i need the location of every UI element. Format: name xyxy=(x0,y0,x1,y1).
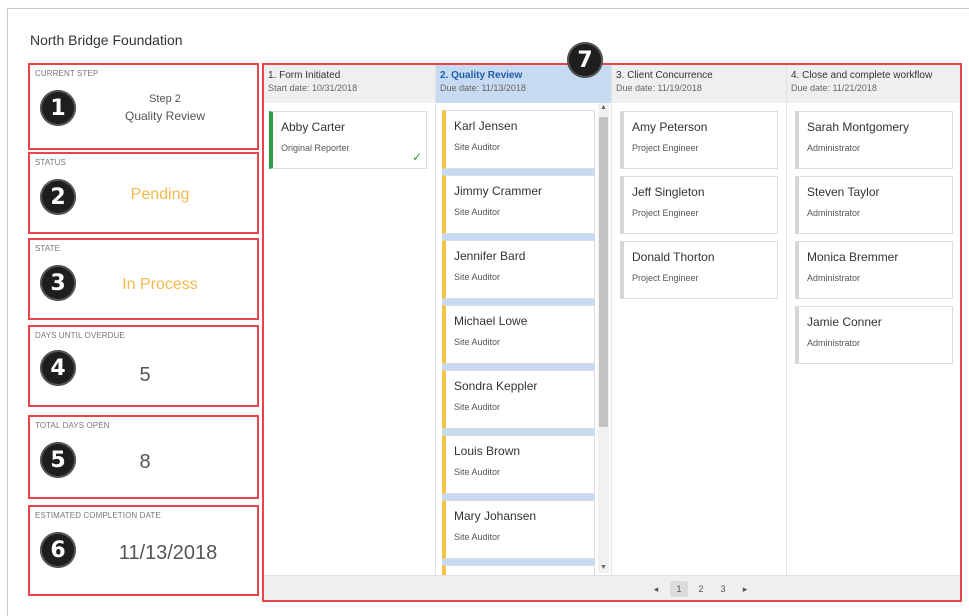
next-page-icon[interactable]: ▸ xyxy=(736,581,754,597)
assignee-name: Mary Johansen xyxy=(454,509,537,523)
page-1-button[interactable]: 1 xyxy=(670,581,688,597)
assignee-card[interactable]: Karl Jensen Site Auditor xyxy=(442,110,595,169)
estimated-completion-label: ESTIMATED COMPLETION DATE xyxy=(35,511,161,520)
assignee-name: Steven Taylor xyxy=(807,185,880,199)
assignee-name: Jennifer Bard xyxy=(454,249,526,263)
page-3-button[interactable]: 3 xyxy=(714,581,732,597)
assignee-role: Project Engineer xyxy=(632,143,699,153)
column-title: 3. Client Concurrence xyxy=(616,70,713,81)
current-step-number: Step 2 xyxy=(149,93,181,105)
current-step-name: Quality Review xyxy=(124,109,206,123)
assignee-role: Project Engineer xyxy=(632,208,699,218)
workflow-board: 1. Form Initiated Start date: 10/31/2018… xyxy=(262,63,962,602)
assignee-name: Louis Brown xyxy=(454,444,521,458)
assignee-card[interactable]: Sarah Montgomery Administrator xyxy=(795,111,953,169)
state-card: STATE 3 In Process xyxy=(28,238,259,320)
days-until-overdue-label: DAYS UNTIL OVERDUE xyxy=(35,331,125,340)
assignee-name: Amy Peterson xyxy=(632,120,708,134)
assignee-role: Administrator xyxy=(807,338,861,348)
assignee-card[interactable]: Jamie Conner Administrator xyxy=(795,306,953,364)
scroll-up-icon[interactable]: ▲ xyxy=(598,103,609,113)
assignee-role: Administrator xyxy=(807,143,861,153)
assignee-card[interactable]: Steven Taylor Administrator xyxy=(795,176,953,234)
scroll-down-icon[interactable]: ▼ xyxy=(598,563,609,573)
assignee-role: Administrator xyxy=(807,208,861,218)
current-step-card: CURRENT STEP 1 Step 2 Quality Review xyxy=(28,63,259,150)
assignee-name: Jeff Singleton xyxy=(632,185,705,199)
column-form-initiated: 1. Form Initiated Start date: 10/31/2018… xyxy=(264,65,436,575)
column-title: 4. Close and complete workflow xyxy=(791,70,933,81)
assignee-role: Administrator xyxy=(807,273,861,283)
column-date: Due date: 11/19/2018 xyxy=(616,83,702,93)
column-header[interactable]: 1. Form Initiated Start date: 10/31/2018 xyxy=(264,65,435,103)
prev-page-icon[interactable]: ◂ xyxy=(647,581,665,597)
assignee-name: Jamie Conner xyxy=(807,315,882,329)
assignee-card[interactable]: Monica Bremmer Administrator xyxy=(795,241,953,299)
assignee-card[interactable]: Jimmy Crammer Site Auditor xyxy=(442,175,595,234)
assignee-card[interactable]: Amy Peterson Project Engineer xyxy=(620,111,778,169)
column-quality-review: 2. Quality Review Due date: 11/13/2018 K… xyxy=(436,65,612,585)
state-value: In Process xyxy=(122,276,198,293)
callout-badge-7: 7 xyxy=(567,42,603,78)
assignee-role: Original Reporter xyxy=(281,143,350,153)
callout-badge-1: 1 xyxy=(40,90,76,126)
assignee-role: Site Auditor xyxy=(454,337,501,347)
assignee-role: Site Auditor xyxy=(454,142,501,152)
column-title: 1. Form Initiated xyxy=(268,70,341,81)
page-2-button[interactable]: 2 xyxy=(692,581,710,597)
current-step-label: CURRENT STEP xyxy=(35,69,99,78)
state-label: STATE xyxy=(35,244,61,253)
assignee-card[interactable]: Jennifer Bard Site Auditor xyxy=(442,240,595,299)
callout-badge-2: 2 xyxy=(40,179,76,215)
callout-badge-4: 4 xyxy=(40,350,76,386)
status-card: STATUS 2 Pending xyxy=(28,152,259,234)
column-date: Start date: 10/31/2018 xyxy=(268,83,358,93)
assignee-name: Monica Bremmer xyxy=(807,250,899,264)
estimated-completion-card: ESTIMATED COMPLETION DATE 6 11/13/2018 xyxy=(28,505,259,596)
assignee-role: Site Auditor xyxy=(454,207,501,217)
assignee-name: Abby Carter xyxy=(281,120,346,134)
status-label: STATUS xyxy=(35,158,66,167)
estimated-completion-value: 11/13/2018 xyxy=(118,542,218,564)
days-until-overdue-card: DAYS UNTIL OVERDUE 4 5 xyxy=(28,325,259,407)
column-header[interactable]: 4. Close and complete workflow Due date:… xyxy=(787,65,960,103)
callout-badge-6: 6 xyxy=(40,532,76,568)
assignee-name: Karl Jensen xyxy=(454,119,518,133)
column-scrollbar[interactable]: ▲ ▼ xyxy=(598,103,609,573)
total-days-open-label: TOTAL DAYS OPEN xyxy=(35,421,110,430)
page-title: North Bridge Foundation xyxy=(30,32,183,48)
status-value: Pending xyxy=(130,186,190,203)
assignee-card[interactable]: Mary Johansen Site Auditor xyxy=(442,500,595,559)
checkmark-icon: ✓ xyxy=(411,150,422,164)
total-days-open-card: TOTAL DAYS OPEN 5 8 xyxy=(28,415,259,499)
column-client-concurrence: 3. Client Concurrence Due date: 11/19/20… xyxy=(612,65,787,575)
total-days-open-value: 8 xyxy=(139,451,151,473)
scroll-thumb[interactable] xyxy=(599,117,608,427)
callout-badge-5: 5 xyxy=(40,442,76,478)
assignee-card[interactable]: Michael Lowe Site Auditor xyxy=(442,305,595,364)
assignee-card[interactable]: Jeff Singleton Project Engineer xyxy=(620,176,778,234)
column-close-and-complete: 4. Close and complete workflow Due date:… xyxy=(787,65,960,575)
assignee-name: Sondra Keppler xyxy=(454,379,538,393)
assignee-card[interactable]: Louis Brown Site Auditor xyxy=(442,435,595,494)
assignee-role: Site Auditor xyxy=(454,402,501,412)
assignee-role: Site Auditor xyxy=(454,532,501,542)
assignee-name: Donald Thorton xyxy=(632,250,715,264)
assignee-name: Jimmy Crammer xyxy=(454,184,542,198)
assignee-card[interactable]: Donald Thorton Project Engineer xyxy=(620,241,778,299)
column-date: Due date: 11/13/2018 xyxy=(440,83,526,93)
assignee-name: Michael Lowe xyxy=(454,314,528,328)
assignee-role: Site Auditor xyxy=(454,272,501,282)
assignee-name: Sarah Montgomery xyxy=(807,120,910,134)
column-date: Due date: 11/21/2018 xyxy=(791,83,877,93)
days-until-overdue-value: 5 xyxy=(139,364,151,386)
assignee-card[interactable]: Sondra Keppler Site Auditor xyxy=(442,370,595,429)
pagination-bar: ◂ 1 2 3 ▸ xyxy=(264,575,960,600)
column-header[interactable]: 3. Client Concurrence Due date: 11/19/20… xyxy=(612,65,786,103)
assignee-role: Project Engineer xyxy=(632,273,699,283)
callout-badge-3: 3 xyxy=(40,265,76,301)
assignee-role: Site Auditor xyxy=(454,467,501,477)
assignee-card-abby-carter[interactable]: Abby Carter Original Reporter ✓ xyxy=(269,111,427,169)
